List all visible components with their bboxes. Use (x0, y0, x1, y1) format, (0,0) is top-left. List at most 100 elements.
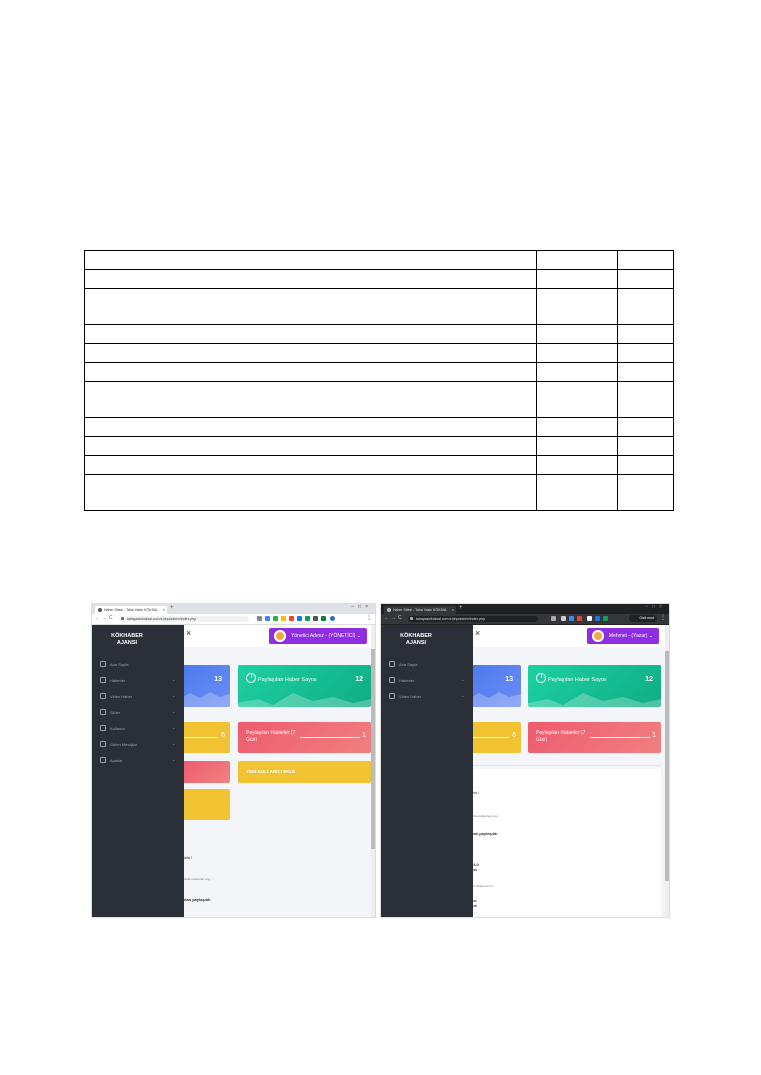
extension-icon[interactable] (561, 616, 566, 621)
chevron-down-icon: ⌄ (172, 709, 176, 714)
sidebar-item-1[interactable]: Haberler (100, 677, 125, 683)
stat-card-total[interactable]: 13 (180, 665, 230, 707)
table-row (84, 362, 674, 382)
extension-icon[interactable] (587, 616, 592, 621)
table-cell (617, 288, 674, 325)
extension-icon[interactable] (281, 616, 286, 621)
table-row (84, 436, 674, 456)
url-field[interactable]: tahayasinkoksal.com.tr/php/admin/index.p… (119, 616, 249, 622)
incognito-badge[interactable]: Gizli mod (629, 615, 657, 622)
progress-line (590, 737, 650, 738)
extension-icon[interactable] (603, 616, 608, 621)
stat-card-small[interactable]: 6 (469, 722, 521, 753)
menu-item-icon (100, 741, 106, 747)
extension-icon[interactable] (595, 616, 600, 621)
scroll-thumb[interactable] (371, 649, 375, 849)
table-cell (536, 343, 618, 363)
new-tab-icon[interactable]: + (170, 605, 174, 611)
table-cell (84, 250, 537, 270)
extension-icon[interactable] (321, 616, 326, 621)
window-controls[interactable]: –□× (645, 604, 666, 610)
sidebar-item-label: Video Haber (399, 694, 422, 699)
chevron-down-icon: ⌄ (172, 725, 176, 730)
close-sidebar-icon[interactable]: × (186, 628, 191, 638)
scroll-thumb[interactable] (665, 651, 669, 881)
progress-line (300, 737, 360, 738)
chevron-down-icon: ⌄ (461, 693, 465, 698)
url-text: tahayasinkoksal.com.tr/php/admin/index.p… (127, 617, 197, 621)
menu-icon[interactable]: ⋮ (660, 614, 666, 621)
new-user-card[interactable]: YENİ KULLANICI EKLE (238, 761, 371, 783)
total-count: 13 (505, 676, 513, 683)
sidebar-item-0[interactable]: Ana Sayfa (389, 661, 417, 667)
user-menu-button[interactable]: Mehmet - (Yazar) ⌄ (586, 628, 659, 644)
table-row (84, 417, 674, 437)
address-bar: ←→C tahayasinkoksal.com.tr/php/admin/ind… (381, 614, 669, 625)
sidebar-item-4[interactable]: Kullanıcı (100, 725, 125, 731)
table-cell (84, 288, 537, 325)
url-field[interactable]: tahayasinkoksal.com.tr/php/admin/index.p… (408, 616, 538, 622)
stat-card-7day[interactable]: Paylaşılan Haberler (7 Gün) 1 (528, 722, 661, 753)
sidebar-item-1[interactable]: Haberler (389, 677, 414, 683)
sidebar-item-label: Ana Sayfa (399, 662, 418, 667)
extension-icon[interactable] (313, 616, 318, 621)
wave-chart (469, 692, 521, 707)
progress-line (469, 737, 509, 738)
table-row (84, 381, 674, 418)
small-count: 6 (512, 732, 516, 739)
key-icon[interactable] (551, 616, 556, 621)
sidebar-item-label: Haberler (399, 678, 415, 683)
extension-icon[interactable] (577, 616, 582, 621)
close-tab-icon[interactable]: × (452, 606, 454, 614)
sidebar-item-5[interactable]: Gelen Mesajlar (100, 741, 137, 747)
table-row (84, 250, 674, 270)
extension-icon[interactable] (297, 616, 302, 621)
brand-logo: KÖKHABER AJANSI (111, 633, 143, 646)
stat-card-7day[interactable]: Paylaşılan Haberler (7 Gün) 1 (238, 722, 371, 753)
table-cell (84, 455, 537, 475)
stat-card-shared[interactable]: Paylaşılan Haber Sayısı 12 (238, 665, 371, 707)
scrollbar[interactable] (371, 625, 375, 917)
new-tab-icon[interactable]: + (459, 605, 463, 611)
sidebar-item-2[interactable]: Video Haber (100, 693, 132, 699)
stat-card-yellow-2[interactable] (180, 789, 230, 820)
stat-card-red-small[interactable] (180, 761, 230, 783)
extension-icon[interactable] (273, 616, 278, 621)
extension-icon[interactable] (265, 616, 270, 621)
user-label: Yönetici Adınız - (YÖNETİCİ) (290, 633, 356, 639)
extension-icon[interactable] (289, 616, 294, 621)
stat-card-small[interactable]: 6 (180, 722, 230, 753)
browser-tab[interactable]: Haber Sitesi - Taha Yasin KÖKSAL × (95, 606, 167, 614)
table-cell (84, 362, 537, 382)
star-icon[interactable] (257, 616, 262, 621)
scrollbar[interactable] (665, 625, 669, 917)
nav-buttons[interactable]: ←→C (95, 615, 115, 621)
close-tab-icon[interactable]: × (163, 606, 165, 614)
chevron-down-icon: ⌄ (172, 741, 176, 746)
extension-icon[interactable] (569, 616, 574, 621)
close-sidebar-icon[interactable]: × (475, 628, 480, 638)
admin-screenshot-right: Haber Sitesi - Taha Yasin KÖKSAL × + –□×… (380, 603, 670, 918)
chevron-down-icon: ⌄ (172, 677, 176, 682)
menu-item-icon (100, 693, 106, 699)
table-cell (536, 417, 618, 437)
stat-card-total[interactable]: 13 (469, 665, 521, 707)
sidebar-item-3[interactable]: Slider (100, 709, 120, 715)
table-cell (536, 474, 618, 511)
empty-table (84, 250, 674, 511)
stat-card-shared[interactable]: Paylaşılan Haber Sayısı 12 (528, 665, 661, 707)
pie-chart-icon (536, 673, 546, 683)
browser-tab[interactable]: Haber Sitesi - Taha Yasin KÖKSAL × (384, 606, 456, 614)
menu-item-icon (389, 677, 395, 683)
extension-icon[interactable] (305, 616, 310, 621)
sidebar-item-6[interactable]: Ayarlar (100, 757, 123, 763)
table-cell (536, 288, 618, 325)
user-menu-button[interactable]: Yönetici Adınız - (YÖNETİCİ) ⌄ (268, 628, 367, 644)
sidebar-item-0[interactable]: Ana Sayfa (100, 661, 128, 667)
sidebar-item-2[interactable]: Video Haber (389, 693, 421, 699)
menu-icon[interactable]: ⋮ (366, 614, 372, 621)
table-cell (617, 269, 674, 289)
window-controls[interactable]: –□× (351, 604, 372, 610)
profile-icon[interactable] (330, 616, 335, 621)
nav-buttons[interactable]: ←→C (384, 615, 404, 621)
